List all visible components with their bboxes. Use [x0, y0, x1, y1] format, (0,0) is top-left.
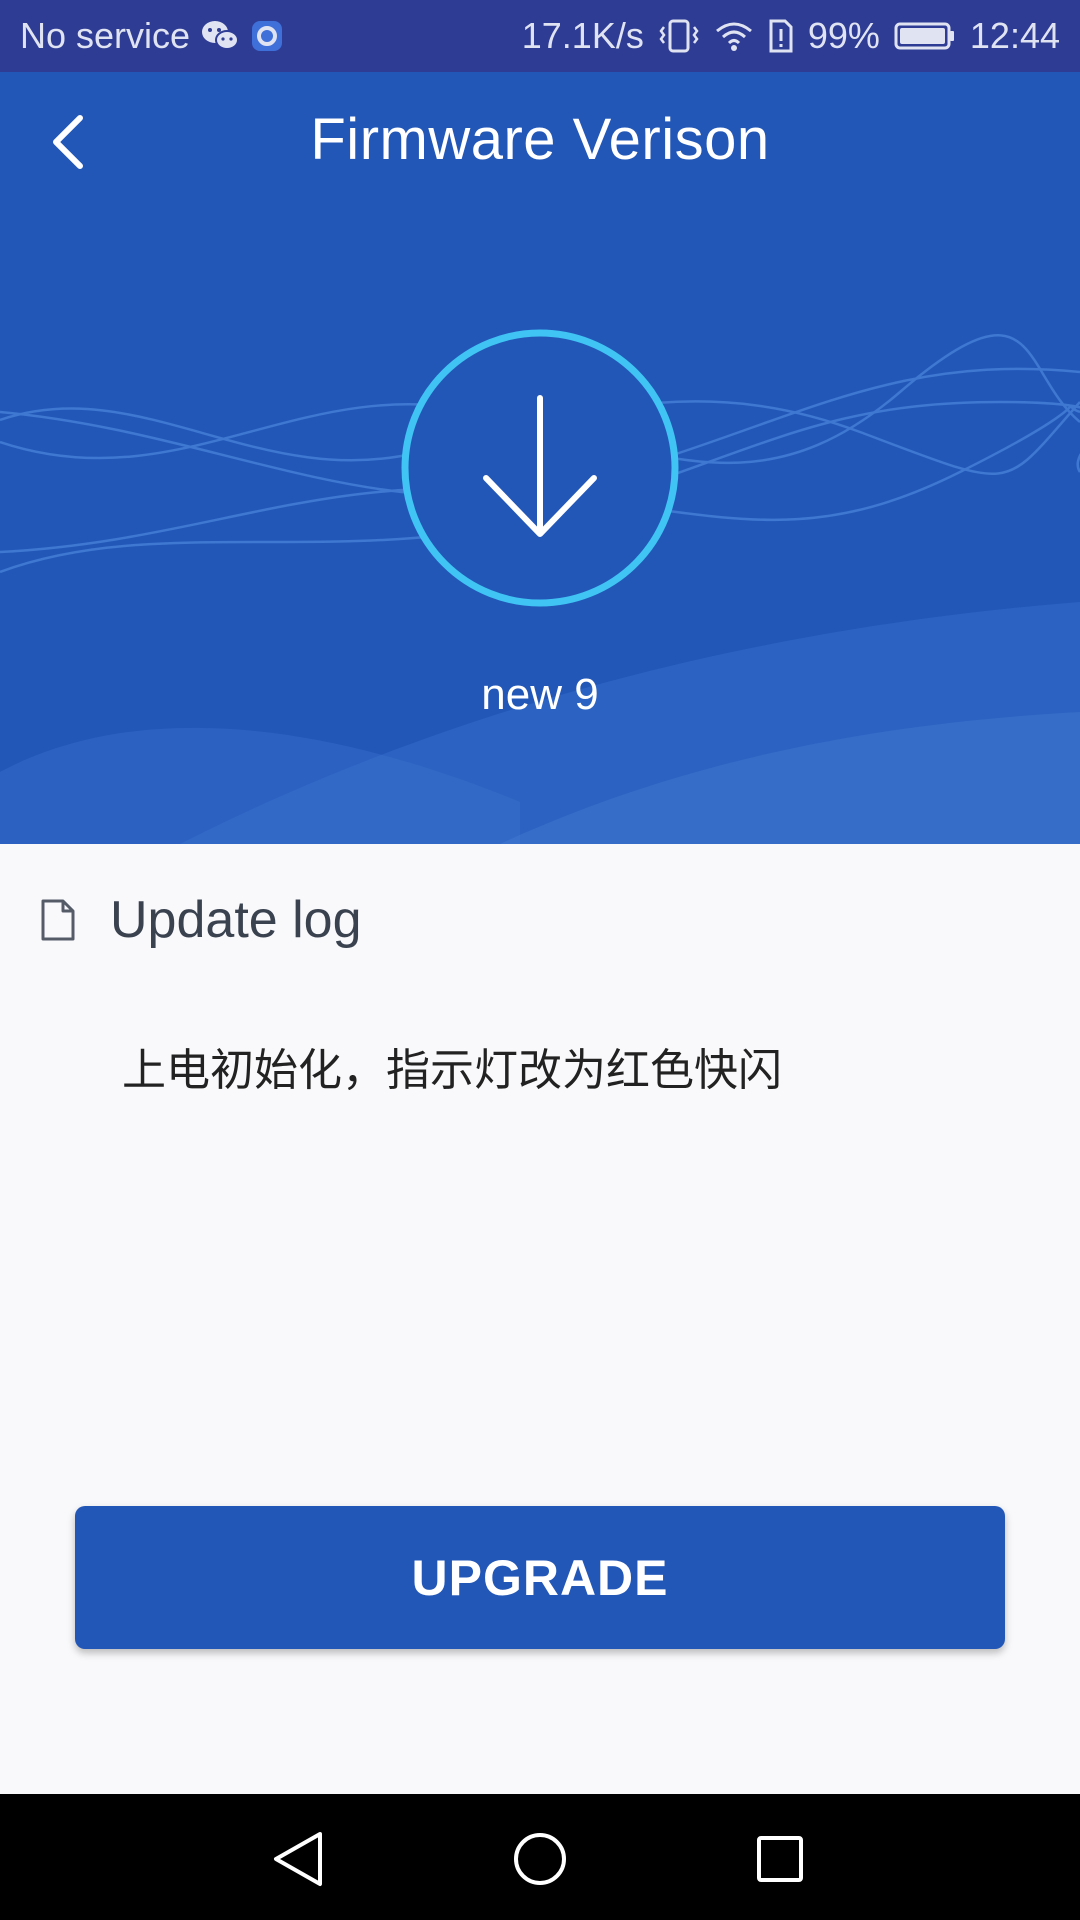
- network-speed-text: 17.1K/s: [521, 15, 644, 56]
- update-log-text: 上电初始化，指示灯改为红色快闪: [122, 1045, 782, 1096]
- carrier-text: No service: [20, 15, 191, 56]
- status-bar: No service 17.1K/s 99% 12:44: [0, 0, 1080, 72]
- download-arrow-icon: [401, 329, 679, 607]
- nav-home-icon: [514, 1833, 566, 1885]
- page-title: Firmware Verison: [310, 107, 770, 172]
- nav-home-button[interactable]: [505, 1824, 575, 1894]
- sim-alert-icon: [768, 18, 794, 54]
- download-indicator: [400, 328, 680, 608]
- battery-percent-text: 99%: [807, 15, 880, 56]
- wifi-icon: [714, 19, 754, 53]
- document-icon: [41, 899, 75, 941]
- wechat-icon: [200, 19, 240, 53]
- navigation-bar: [0, 1794, 1080, 1920]
- nav-recents-icon: [757, 1836, 803, 1882]
- nav-recents-button[interactable]: [745, 1824, 815, 1894]
- vibrate-icon: [658, 17, 700, 55]
- nav-back-button[interactable]: [264, 1824, 334, 1894]
- update-log-header: Update log: [40, 890, 362, 950]
- firmware-header: Firmware Verison new 9: [0, 72, 1080, 844]
- version-label: new 9: [481, 670, 599, 719]
- nav-back-icon: [274, 1832, 322, 1886]
- update-log-title: Update log: [110, 891, 362, 949]
- upgrade-button[interactable]: UPGRADE: [75, 1506, 1005, 1649]
- battery-icon: [894, 21, 956, 51]
- notification-icon: [250, 19, 284, 53]
- clock-text: 12:44: [969, 15, 1060, 56]
